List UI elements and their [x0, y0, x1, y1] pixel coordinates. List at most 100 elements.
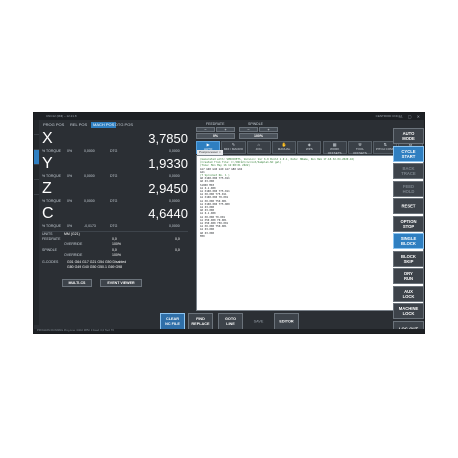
toolbar-label: WPS: [305, 147, 313, 151]
window-controls[interactable]: — ▢ ✕: [399, 114, 422, 119]
reset-button[interactable]: RESET: [393, 198, 424, 214]
toolbar-label: MANUAL: [277, 147, 291, 151]
toolbar-button-mdi-macro[interactable]: ✎ MDI / MACRO: [221, 141, 246, 154]
axis-row-y: Y 1,9330: [42, 155, 188, 173]
button-label: MACHINE LOCK: [394, 306, 423, 316]
button-label-line2: BLOCK: [401, 241, 416, 246]
button-label: GOTO LINE: [219, 317, 242, 327]
axis-s1: 0,0000: [84, 199, 95, 203]
program-editor[interactable]: Postprocessor × (Generated with: SPROCKE…: [196, 150, 424, 311]
toolbar-label: MDI / MACRO: [223, 147, 244, 151]
tab-mach-pos[interactable]: MACH POS: [91, 122, 117, 128]
axis-torque-label: % TORQUE: [42, 149, 61, 153]
block-skip-button[interactable]: BLOCK SKIP: [393, 250, 424, 267]
aux-lock-button[interactable]: AUX LOCK: [393, 285, 424, 302]
button-label-line2: REPLACE: [191, 322, 210, 326]
vertical-tab[interactable]: [34, 135, 39, 150]
vertical-tab[interactable]: [34, 165, 39, 180]
toolbar-button-work-offsets[interactable]: ▦ WORK OFFSETS: [322, 141, 347, 155]
event-viewer-button[interactable]: EVENT VIEWER: [100, 279, 142, 287]
button-label-line1: SAVE: [253, 319, 264, 324]
axis-dtg-label: DTG: [110, 149, 118, 153]
axis-torque-row: % TORQUE 0% -0,0173 DTG 0,0000: [42, 223, 188, 229]
button-label-line2: TRACE: [401, 171, 416, 176]
button-label-line2: LOCK: [402, 293, 415, 299]
units-label: UNITS: [42, 232, 53, 236]
vertical-tab[interactable]: [34, 180, 39, 195]
title-bar: CNC12 (Mill) – 12.21.8 CENTROID CNC12 — …: [34, 113, 424, 120]
axis-name[interactable]: X: [42, 130, 53, 148]
feed-hold-button[interactable]: FEED HOLD: [393, 180, 424, 197]
button-label-line2: HOLD: [402, 188, 415, 194]
feedrate-actual: 0,0: [175, 237, 180, 241]
button-label-line2: MODE: [402, 136, 415, 141]
toolbar-button-manual[interactable]: ✋ MANUAL: [271, 141, 297, 154]
axis-torque-row: % TORQUE 0% 0,0000 DTG 0,0000: [42, 198, 188, 204]
button-label-line1: RESET: [401, 203, 416, 209]
axis-dtg-label: DTG: [110, 224, 118, 228]
button-label-line1: EDITOR: [279, 319, 294, 324]
axis-row-z: Z 2,9450: [42, 180, 188, 198]
axis-name[interactable]: Y: [42, 155, 53, 173]
mode-toolbar: ▶ AUTO ✎ MDI / MACRO ⌂ JOG ✋ MANUAL ◈ WPS ▦ WORK OF…: [196, 141, 424, 155]
single-block-button[interactable]: SINGLE BLOCK: [393, 233, 424, 249]
status-text: PROGRAM RUNNING Prog Line: 0/210 RPM: 0 …: [37, 329, 114, 332]
axis-torque-label: % TORQUE: [42, 199, 61, 203]
toolbar-button-tool-offsets[interactable]: ⚒ TOOL OFFSETS: [347, 141, 373, 155]
button-label-line2: SKIP: [403, 258, 414, 264]
axis-value: 1,9330: [148, 156, 188, 171]
override-value: 100%: [112, 242, 121, 246]
toolbar-label: WORK OFFSETS: [327, 147, 342, 155]
button-label: RESET: [394, 204, 423, 209]
button-label-line2: LINE: [226, 322, 235, 326]
cycle-start-button[interactable]: CYCLE START: [393, 145, 424, 162]
axis-s1: 0,0000: [84, 149, 95, 153]
machine-lock-button[interactable]: MACHINE LOCK: [393, 303, 424, 319]
cnc-application-window: CNC12 (Mill) – 12.21.8 CENTROID CNC12 — …: [33, 112, 425, 334]
button-label: FIND REPLACE: [189, 317, 212, 327]
option-stop-button[interactable]: OPTION STOP: [393, 215, 424, 232]
button-label: SINGLE BLOCK: [394, 236, 423, 246]
button-label: DRY RUN: [394, 271, 423, 281]
button-label: BLOCK SKIP: [394, 254, 423, 264]
feed-minus-button[interactable]: −: [196, 127, 215, 132]
window-title: CNC12 (Mill) – 12.21.8: [46, 114, 77, 118]
axis-torque: 0%: [67, 224, 73, 228]
toolbar-button-wps[interactable]: ◈ WPS: [297, 141, 322, 154]
axis-row-x: X 3,7850: [42, 130, 188, 148]
tab-dtg-pos[interactable]: DTG POS: [115, 122, 133, 128]
gcodes-row: G-CODES G01 G64 G17 G21 G54 G50 Disabled: [42, 260, 126, 265]
vertical-tab[interactable]: [34, 120, 39, 135]
button-label: CYCLE START: [394, 149, 423, 159]
gcodes-line2: G80 G49 G40 G50 G50.1 G69 G98: [67, 265, 123, 269]
button-label: SAVE: [246, 320, 271, 325]
spindle-plus-button[interactable]: +: [259, 127, 278, 132]
multi-cs-button[interactable]: MULTI-CS: [62, 279, 92, 287]
axis-s2: 0,0000: [169, 174, 180, 178]
axis-torque: 0%: [67, 199, 73, 203]
button-label-line2: NC FILE: [165, 322, 180, 326]
button-label-line2: STOP: [402, 223, 415, 229]
spindle-minus-button[interactable]: −: [239, 127, 258, 132]
editor-tab[interactable]: Postprocessor ×: [197, 150, 223, 155]
axis-s2: 0,0000: [169, 149, 180, 153]
tab-rel-pos[interactable]: REL POS: [70, 122, 87, 128]
back-trace-button[interactable]: BACK TRACE: [393, 163, 424, 179]
dry-run-button[interactable]: DRY RUN: [393, 268, 424, 284]
axis-row-c: C 4,6440: [42, 205, 188, 223]
toolbar-button-jog[interactable]: ⌂ JOG: [246, 141, 271, 154]
axis-name[interactable]: Z: [42, 180, 52, 198]
spindle-override-label: OVERRIDE: [64, 253, 83, 257]
button-label: BACK TRACE: [394, 166, 423, 176]
axis-name[interactable]: C: [42, 205, 54, 223]
button-label: AUTO MODE: [394, 131, 423, 141]
auto-mode-button[interactable]: AUTO MODE: [393, 128, 424, 144]
button-label: CLEAR NC FILE: [161, 317, 184, 327]
tab-prog-pos[interactable]: PROG POS: [43, 122, 64, 128]
feed-plus-button[interactable]: +: [216, 127, 235, 132]
axis-value: 4,6440: [148, 206, 188, 221]
spindle-row: SPINDLE 0,0 0,0: [42, 248, 180, 253]
vertical-tab-active[interactable]: [34, 150, 39, 165]
button-label: FEED HOLD: [394, 184, 423, 194]
feed-override-percent: 0%: [196, 133, 235, 139]
